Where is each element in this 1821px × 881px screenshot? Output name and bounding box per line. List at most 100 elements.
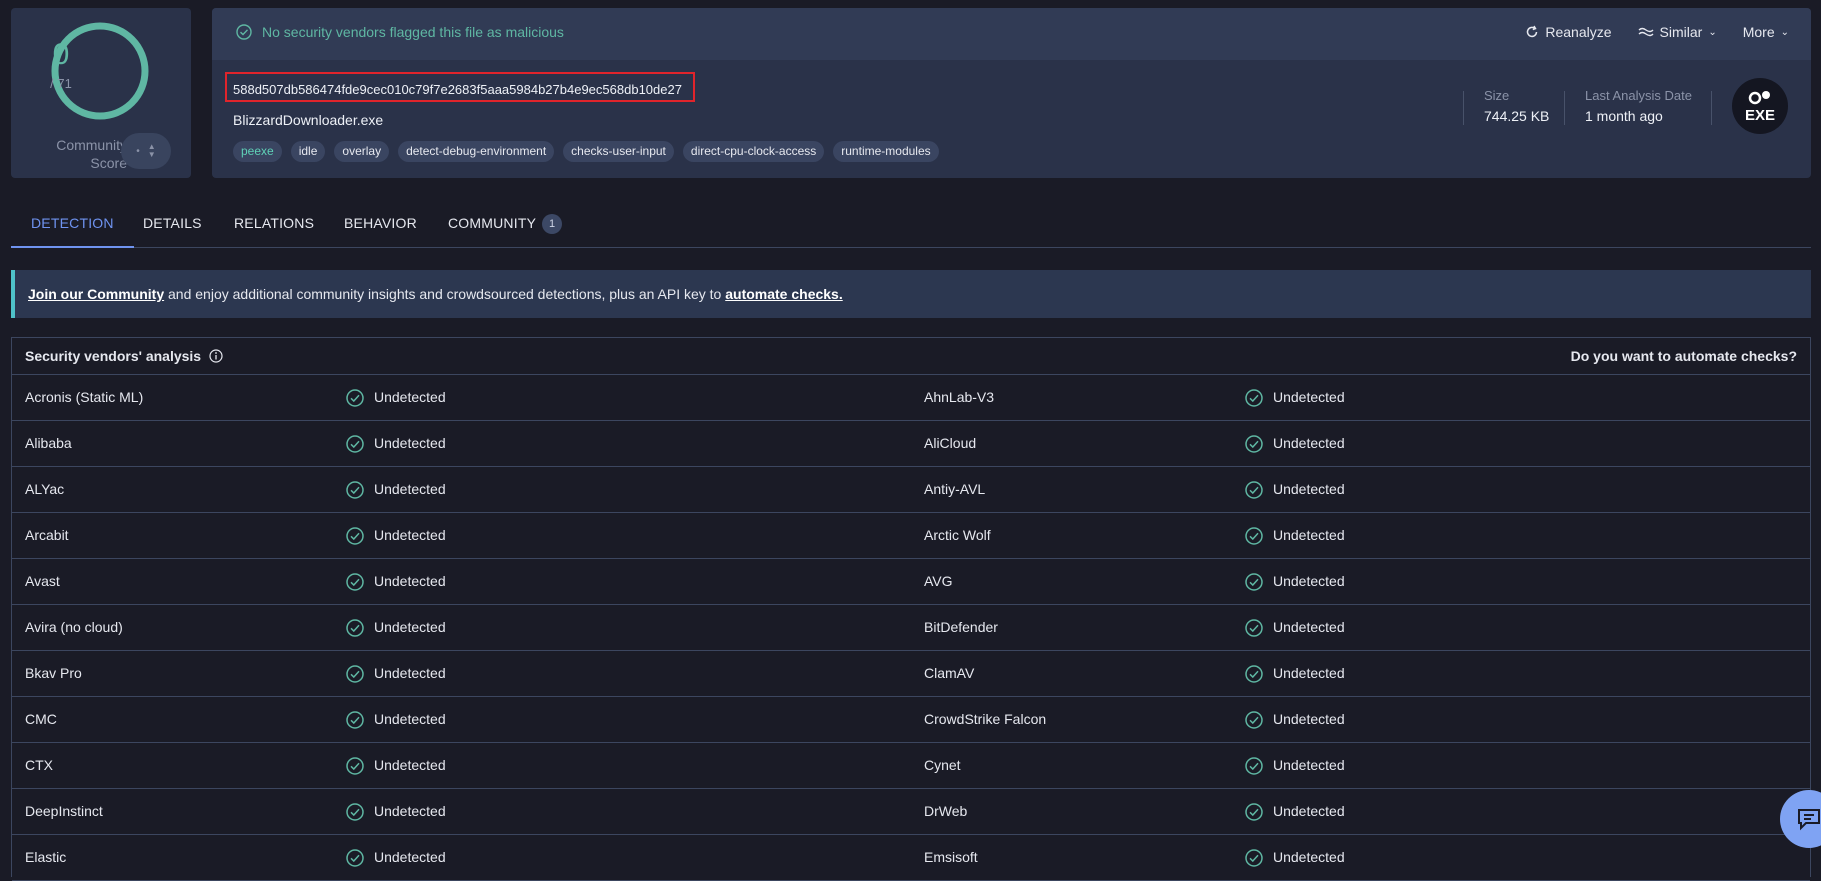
table-row: Arcabit Undetected Arctic Wolf Undetected bbox=[12, 513, 1810, 559]
vendor-result: Undetected bbox=[346, 513, 446, 558]
vendor-result: Undetected bbox=[1245, 559, 1345, 604]
vendor-name: ALYac bbox=[25, 481, 65, 497]
gears-icon bbox=[1748, 90, 1770, 104]
tag-checks-user-input[interactable]: checks-user-input bbox=[563, 141, 674, 162]
file-actions: Reanalyze Similar ⌄ More ⌄ bbox=[1525, 24, 1789, 40]
table-row: Acronis (Static ML) Undetected AhnLab-V3 Un… bbox=[12, 375, 1810, 421]
vendor-name: Alibaba bbox=[25, 435, 72, 451]
vendor-name: BitDefender bbox=[924, 619, 998, 635]
similar-icon bbox=[1638, 27, 1654, 37]
file-type-label: EXE bbox=[1744, 106, 1775, 124]
refresh-icon bbox=[1527, 25, 1538, 38]
result-label: Undetected bbox=[374, 435, 446, 451]
vendor-name: AVG bbox=[924, 573, 953, 589]
tab-behavior[interactable]: BEHAVIOR bbox=[344, 200, 417, 246]
vendor-result: Undetected bbox=[346, 835, 446, 880]
tag-detect-debug-environment[interactable]: detect-debug-environment bbox=[398, 141, 555, 162]
check-circle-icon bbox=[346, 526, 364, 545]
result-label: Undetected bbox=[374, 757, 446, 773]
tab-details[interactable]: DETAILS bbox=[143, 200, 202, 246]
vendor-result: Undetected bbox=[1245, 375, 1345, 420]
file-hash[interactable]: 588d507db586474fde9cec010c79f7e2683f5aaa… bbox=[233, 82, 682, 97]
result-label: Undetected bbox=[374, 619, 446, 635]
table-row: DeepInstinct Undetected DrWeb Undetected bbox=[12, 789, 1810, 835]
check-circle-icon bbox=[346, 710, 364, 729]
check-circle-icon bbox=[1245, 572, 1263, 591]
result-label: Undetected bbox=[374, 849, 446, 865]
vendors-title-text: Security vendors' analysis bbox=[25, 348, 202, 364]
more-label: More bbox=[1742, 24, 1775, 40]
vendor-name: ClamAV bbox=[924, 665, 975, 681]
table-row: Bkav Pro Undetected ClamAV Undetected bbox=[12, 651, 1810, 697]
vendor-name: Avast bbox=[25, 573, 60, 589]
vendor-result: Undetected bbox=[346, 789, 446, 834]
result-label: Undetected bbox=[1273, 481, 1345, 497]
join-community-link[interactable]: Join our Community bbox=[28, 286, 164, 302]
check-circle-icon bbox=[346, 756, 364, 775]
vendor-result: Undetected bbox=[346, 559, 446, 604]
info-icon[interactable] bbox=[209, 349, 223, 363]
check-circle-icon bbox=[346, 480, 364, 499]
vendor-name: Elastic bbox=[25, 849, 67, 865]
tab-detection[interactable]: DETECTION bbox=[11, 200, 134, 248]
check-circle-icon bbox=[1245, 756, 1263, 775]
vendor-name: Acronis (Static ML) bbox=[25, 389, 144, 405]
check-circle-icon bbox=[346, 388, 364, 407]
similar-label: Similar bbox=[1659, 24, 1703, 40]
automate-checks-link[interactable]: automate checks. bbox=[725, 286, 843, 302]
divider bbox=[1463, 91, 1464, 125]
community-score-label: Community Score bbox=[56, 137, 127, 171]
check-circle-icon bbox=[346, 572, 364, 591]
vendor-name: Cynet bbox=[924, 757, 961, 773]
vendor-name: Antiy-AVL bbox=[924, 481, 986, 497]
check-circle-icon bbox=[1245, 664, 1263, 683]
file-summary-panel: No security vendors flagged this file as… bbox=[212, 8, 1811, 178]
vendor-result: Undetected bbox=[1245, 743, 1345, 788]
check-circle-icon bbox=[346, 664, 364, 683]
result-label: Undetected bbox=[1273, 573, 1345, 589]
reanalyze-button[interactable]: Reanalyze bbox=[1525, 24, 1612, 40]
check-circle-icon bbox=[346, 802, 364, 821]
flag-status-text: No security vendors flagged this file as… bbox=[262, 24, 564, 40]
tab-community[interactable]: COMMUNITY 1 bbox=[448, 200, 563, 246]
banner-text: and enjoy additional community insights … bbox=[164, 286, 726, 302]
vendor-result: Undetected bbox=[346, 651, 446, 696]
tab-relations[interactable]: RELATIONS bbox=[234, 200, 314, 246]
similar-button[interactable]: Similar ⌄ bbox=[1638, 24, 1717, 40]
result-label: Undetected bbox=[374, 665, 446, 681]
check-circle-icon bbox=[1245, 388, 1263, 407]
vendor-result: Undetected bbox=[1245, 789, 1345, 834]
table-row: Avast Undetected AVG Undetected bbox=[12, 559, 1810, 605]
result-label: Undetected bbox=[1273, 665, 1345, 681]
result-label: Undetected bbox=[374, 711, 446, 727]
check-circle-icon bbox=[1245, 526, 1263, 545]
result-label: Undetected bbox=[1273, 527, 1345, 543]
tag-idle[interactable]: idle bbox=[290, 141, 326, 162]
last-analysis-value: 1 month ago bbox=[1585, 108, 1663, 124]
tag-runtime-modules[interactable]: runtime-modules bbox=[833, 141, 939, 162]
vendor-name: Arctic Wolf bbox=[924, 527, 991, 543]
detection-total: / 71 bbox=[50, 76, 72, 91]
detection-score: 0 bbox=[52, 38, 70, 71]
vendor-name: Arcabit bbox=[25, 527, 69, 543]
community-vote-toggle[interactable]: • ▲ ▼ bbox=[121, 133, 171, 169]
vendors-table: Acronis (Static ML) Undetected AhnLab-V3 Un… bbox=[12, 375, 1810, 881]
more-button[interactable]: More ⌄ bbox=[1743, 24, 1789, 40]
vendor-name: DeepInstinct bbox=[25, 803, 103, 819]
vendor-name: AhnLab-V3 bbox=[924, 389, 995, 405]
last-analysis-label: Last Analysis Date bbox=[1585, 88, 1692, 103]
vendor-result: Undetected bbox=[346, 605, 446, 650]
table-row: Avira (no cloud) Undetected BitDefender Und… bbox=[12, 605, 1810, 651]
chevron-down-icon: ⌄ bbox=[1708, 26, 1717, 38]
tab-bar: DETECTION DETAILS RELATIONS BEHAVIOR COM… bbox=[11, 200, 1811, 248]
tag-direct-cpu-clock-access[interactable]: direct-cpu-clock-access bbox=[682, 141, 825, 162]
tag-peexe[interactable]: peexe bbox=[233, 141, 282, 162]
result-label: Undetected bbox=[374, 481, 446, 497]
tag-overlay[interactable]: overlay bbox=[334, 141, 390, 162]
automate-checks-link[interactable]: Do you want to automate checks? bbox=[1571, 348, 1797, 364]
vendor-name: Bkav Pro bbox=[25, 665, 82, 681]
file-name: BlizzardDownloader.exe bbox=[233, 112, 384, 128]
vendors-header: Security vendors' analysis Do you want t… bbox=[12, 338, 1810, 375]
community-score-card: 0 / 71 Community Score • ▲ ▼ bbox=[11, 8, 191, 178]
vendor-name: Avira (no cloud) bbox=[25, 619, 123, 635]
